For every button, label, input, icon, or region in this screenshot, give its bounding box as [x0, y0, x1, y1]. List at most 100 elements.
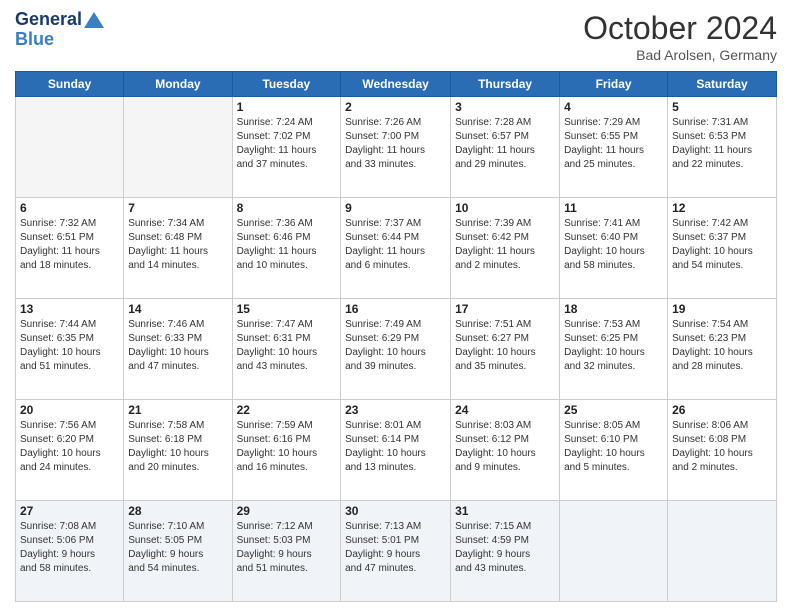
calendar-cell: 28 Sunrise: 7:10 AM Sunset: 5:05 PM Dayli…: [124, 501, 232, 602]
day-number: 24: [455, 403, 555, 417]
day-info: Sunrise: 8:06 AM Sunset: 6:08 PM Dayligh…: [672, 419, 772, 475]
day-info: Sunrise: 7:08 AM Sunset: 5:06 PM Dayligh…: [20, 520, 119, 576]
day-number: 8: [237, 201, 337, 215]
calendar-cell: 17Sunrise: 7:51 AM Sunset: 6:27 PM Dayli…: [451, 299, 560, 400]
day-info: Sunrise: 7:42 AM Sunset: 6:37 PM Dayligh…: [672, 217, 772, 273]
calendar-cell: 9Sunrise: 7:37 AM Sunset: 6:44 PM Daylig…: [341, 198, 451, 299]
calendar-cell: 6 Sunrise: 7:32 AM Sunset: 6:51 PM Daylig…: [16, 198, 124, 299]
calendar-cell: 2Sunrise: 7:26 AM Sunset: 7:00 PM Daylig…: [341, 97, 451, 198]
calendar-cell: 25 Sunrise: 8:05 AM Sunset: 6:10 PM Dayli…: [560, 400, 668, 501]
day-number: 27: [20, 504, 119, 518]
calendar-page: General Blue October 2024 Bad Arolsen, G…: [0, 0, 792, 612]
day-number: 31: [455, 504, 555, 518]
calendar-cell: 16 Sunrise: 7:49 AM Sunset: 6:29 PM Dayli…: [341, 299, 451, 400]
day-info: Sunrise: 7:56 AM Sunset: 6:20 PM Dayligh…: [20, 419, 119, 475]
day-number: 1: [237, 100, 337, 114]
calendar-cell: 12 Sunrise: 7:42 AM Sunset: 6:37 PM Dayli…: [668, 198, 777, 299]
calendar-cell: 18 Sunrise: 7:53 AM Sunset: 6:25 PM Dayli…: [560, 299, 668, 400]
day-info: Sunrise: 7:47 AM Sunset: 6:31 PM Dayligh…: [237, 318, 337, 374]
day-header-thursday: Thursday: [451, 72, 560, 97]
day-header-tuesday: Tuesday: [232, 72, 341, 97]
day-info: Sunrise: 7:12 AM Sunset: 5:03 PM Dayligh…: [237, 520, 337, 576]
day-info: Sunrise: 8:03 AM Sunset: 6:12 PM Dayligh…: [455, 419, 555, 475]
calendar-cell: 23 Sunrise: 8:01 AM Sunset: 6:14 PM Dayli…: [341, 400, 451, 501]
day-info: Sunrise: 8:05 AM Sunset: 6:10 PM Dayligh…: [564, 419, 663, 475]
calendar-cell: 15 Sunrise: 7:47 AM Sunset: 6:31 PM Dayli…: [232, 299, 341, 400]
day-header-monday: Monday: [124, 72, 232, 97]
day-number: 3: [455, 100, 555, 114]
day-info: Sunrise: 7:58 AM Sunset: 6:18 PM Dayligh…: [128, 419, 227, 475]
day-info: Sunrise: 7:59 AM Sunset: 6:16 PM Dayligh…: [237, 419, 337, 475]
calendar-cell: 13 Sunrise: 7:44 AM Sunset: 6:35 PM Dayli…: [16, 299, 124, 400]
day-number: 16: [345, 302, 446, 316]
day-number: 13: [20, 302, 119, 316]
day-header-saturday: Saturday: [668, 72, 777, 97]
calendar-cell: 4 Sunrise: 7:29 AM Sunset: 6:55 PM Daylig…: [560, 97, 668, 198]
calendar-cell: 11 Sunrise: 7:41 AM Sunset: 6:40 PM Dayli…: [560, 198, 668, 299]
day-info: Sunrise: 7:53 AM Sunset: 6:25 PM Dayligh…: [564, 318, 663, 374]
day-number: 20: [20, 403, 119, 417]
day-info: Sunrise: 7:15 AM Sunset: 4:59 PM Dayligh…: [455, 520, 555, 576]
calendar-cell: 22Sunrise: 7:59 AM Sunset: 6:16 PM Dayli…: [232, 400, 341, 501]
day-info: Sunrise: 7:10 AM Sunset: 5:05 PM Dayligh…: [128, 520, 227, 576]
day-number: 12: [672, 201, 772, 215]
calendar-cell: 5Sunrise: 7:31 AM Sunset: 6:53 PM Daylig…: [668, 97, 777, 198]
day-number: 14: [128, 302, 227, 316]
day-number: 23: [345, 403, 446, 417]
day-info: Sunrise: 7:13 AM Sunset: 5:01 PM Dayligh…: [345, 520, 446, 576]
calendar-cell: 30 Sunrise: 7:13 AM Sunset: 5:01 PM Dayli…: [341, 501, 451, 602]
day-info: Sunrise: 7:32 AM Sunset: 6:51 PM Dayligh…: [20, 217, 119, 273]
day-info: Sunrise: 7:46 AM Sunset: 6:33 PM Dayligh…: [128, 318, 227, 374]
day-number: 18: [564, 302, 663, 316]
calendar-cell: [668, 501, 777, 602]
day-info: Sunrise: 7:49 AM Sunset: 6:29 PM Dayligh…: [345, 318, 446, 374]
calendar-cell: 7Sunrise: 7:34 AM Sunset: 6:48 PM Daylig…: [124, 198, 232, 299]
day-info: Sunrise: 7:26 AM Sunset: 7:00 PM Dayligh…: [345, 116, 446, 172]
calendar-cell: [16, 97, 124, 198]
day-number: 26: [672, 403, 772, 417]
day-number: 30: [345, 504, 446, 518]
calendar-cell: [124, 97, 232, 198]
day-info: Sunrise: 7:24 AM Sunset: 7:02 PM Dayligh…: [237, 116, 337, 172]
day-number: 17: [455, 302, 555, 316]
calendar-cell: 27 Sunrise: 7:08 AM Sunset: 5:06 PM Dayli…: [16, 501, 124, 602]
day-info: Sunrise: 8:01 AM Sunset: 6:14 PM Dayligh…: [345, 419, 446, 475]
calendar-cell: 10 Sunrise: 7:39 AM Sunset: 6:42 PM Dayli…: [451, 198, 560, 299]
day-info: Sunrise: 7:54 AM Sunset: 6:23 PM Dayligh…: [672, 318, 772, 374]
day-info: Sunrise: 7:44 AM Sunset: 6:35 PM Dayligh…: [20, 318, 119, 374]
title-block: October 2024 Bad Arolsen, Germany: [583, 10, 777, 63]
day-number: 4: [564, 100, 663, 114]
day-info: Sunrise: 7:29 AM Sunset: 6:55 PM Dayligh…: [564, 116, 663, 172]
calendar-cell: [560, 501, 668, 602]
calendar-cell: 1 Sunrise: 7:24 AM Sunset: 7:02 PM Daylig…: [232, 97, 341, 198]
day-info: Sunrise: 7:39 AM Sunset: 6:42 PM Dayligh…: [455, 217, 555, 273]
calendar-cell: 24 Sunrise: 8:03 AM Sunset: 6:12 PM Dayli…: [451, 400, 560, 501]
day-number: 7: [128, 201, 227, 215]
day-info: Sunrise: 7:28 AM Sunset: 6:57 PM Dayligh…: [455, 116, 555, 172]
logo-general: General: [15, 9, 82, 29]
calendar-cell: 14 Sunrise: 7:46 AM Sunset: 6:33 PM Dayli…: [124, 299, 232, 400]
day-number: 5: [672, 100, 772, 114]
day-number: 11: [564, 201, 663, 215]
day-header-wednesday: Wednesday: [341, 72, 451, 97]
day-number: 15: [237, 302, 337, 316]
calendar-cell: 20 Sunrise: 7:56 AM Sunset: 6:20 PM Dayli…: [16, 400, 124, 501]
day-number: 25: [564, 403, 663, 417]
day-number: 10: [455, 201, 555, 215]
day-info: Sunrise: 7:41 AM Sunset: 6:40 PM Dayligh…: [564, 217, 663, 273]
day-number: 19: [672, 302, 772, 316]
calendar-cell: 29 Sunrise: 7:12 AM Sunset: 5:03 PM Dayli…: [232, 501, 341, 602]
day-info: Sunrise: 7:37 AM Sunset: 6:44 PM Dayligh…: [345, 217, 446, 273]
logo-icon-shape: [84, 12, 104, 28]
logo-blue: Blue: [15, 30, 104, 50]
calendar-cell: 31 Sunrise: 7:15 AM Sunset: 4:59 PM Dayli…: [451, 501, 560, 602]
calendar-cell: 3 Sunrise: 7:28 AM Sunset: 6:57 PM Daylig…: [451, 97, 560, 198]
day-number: 29: [237, 504, 337, 518]
calendar-table: SundayMondayTuesdayWednesdayThursdayFrid…: [15, 71, 777, 602]
day-number: 6: [20, 201, 119, 215]
day-number: 28: [128, 504, 227, 518]
calendar-cell: 19 Sunrise: 7:54 AM Sunset: 6:23 PM Dayli…: [668, 299, 777, 400]
day-header-sunday: Sunday: [16, 72, 124, 97]
location: Bad Arolsen, Germany: [583, 47, 777, 63]
calendar-cell: 8Sunrise: 7:36 AM Sunset: 6:46 PM Daylig…: [232, 198, 341, 299]
